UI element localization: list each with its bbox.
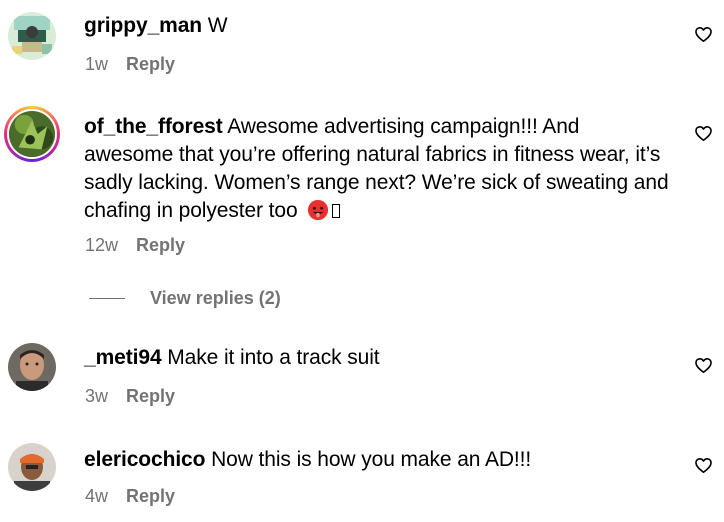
avatar-image <box>8 443 56 491</box>
comment-text: _meti94 Make it into a track suit <box>84 344 674 372</box>
avatar[interactable] <box>8 343 56 391</box>
heart-outline-icon[interactable] <box>694 25 713 44</box>
reply-button[interactable]: Reply <box>136 235 185 255</box>
comment-text: grippy_man W <box>84 12 674 40</box>
avatar-image <box>8 12 56 60</box>
comment-body: Make it into a track suit <box>167 346 380 369</box>
comment-meta: 4w Reply <box>85 485 175 507</box>
hot-face-emoji-icon <box>307 199 329 221</box>
reply-button[interactable]: Reply <box>126 486 175 506</box>
avatar[interactable] <box>8 12 56 60</box>
comment-timestamp[interactable]: 3w <box>85 386 108 406</box>
heart-outline-icon[interactable] <box>694 124 713 143</box>
missing-glyph-icon <box>332 204 341 218</box>
avatar-image <box>8 343 56 391</box>
comment-body: Now this is how you make an AD!!! <box>211 448 532 471</box>
comment-timestamp[interactable]: 12w <box>85 235 118 255</box>
avatar[interactable] <box>4 106 60 162</box>
view-replies-divider <box>89 298 125 299</box>
comment-username[interactable]: grippy_man <box>84 14 202 37</box>
comment-text: of_the_fforest Awesome advertising campa… <box>84 113 674 225</box>
comment-text: elericochico Now this is how you make an… <box>84 446 674 474</box>
avatar-image <box>9 111 55 157</box>
reply-button[interactable]: Reply <box>126 386 175 406</box>
view-replies-label: View replies (2) <box>150 288 281 308</box>
avatar[interactable] <box>8 443 56 491</box>
comment-meta: 12w Reply <box>85 234 185 256</box>
comment-username[interactable]: elericochico <box>84 448 205 471</box>
comment-meta: 1w Reply <box>85 53 175 75</box>
comment-meta: 3w Reply <box>85 385 175 407</box>
comment-username[interactable]: _meti94 <box>84 346 162 369</box>
comment-body: W <box>207 14 228 37</box>
comment-timestamp[interactable]: 4w <box>85 486 108 506</box>
comment-timestamp[interactable]: 1w <box>85 54 108 74</box>
heart-outline-icon[interactable] <box>694 356 713 375</box>
comment-username[interactable]: of_the_fforest <box>84 115 223 138</box>
heart-outline-icon[interactable] <box>694 456 713 475</box>
reply-button[interactable]: Reply <box>126 54 175 74</box>
